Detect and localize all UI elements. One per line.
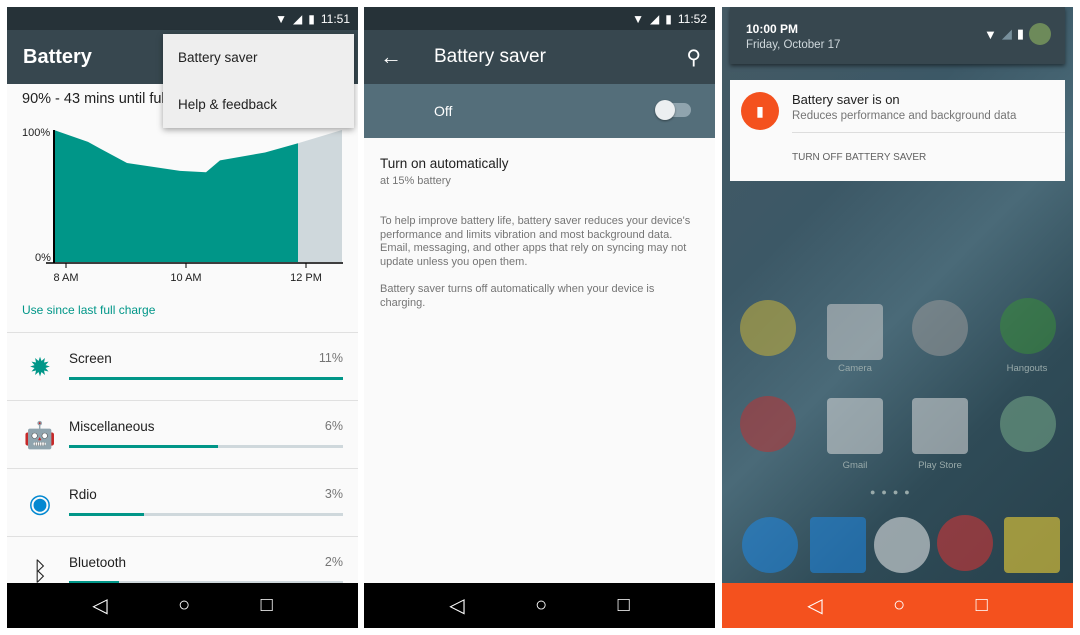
avatar[interactable] [1029, 23, 1051, 45]
wifi-icon: ▼ [632, 11, 645, 26]
keep-app-icon[interactable] [1004, 517, 1060, 573]
usage-item[interactable]: 🤖 Miscellaneous 6% [7, 400, 358, 468]
back-icon[interactable]: ◁ [807, 593, 822, 618]
recents-icon[interactable]: □ [976, 594, 988, 617]
back-arrow-icon[interactable]: ← [380, 44, 434, 70]
battery-saver-notification[interactable]: ▮ Battery saver is on Reduces performanc… [730, 80, 1065, 181]
xlabel: 10 AM [170, 272, 201, 284]
rdio-icon: ◉ [28, 487, 52, 518]
usage-bar-fill [69, 513, 144, 516]
recents-icon[interactable]: □ [618, 594, 630, 617]
search-icon[interactable]: ⚲ [686, 45, 701, 70]
app-icon[interactable] [740, 300, 796, 356]
xlabel: 8 AM [53, 272, 78, 284]
back-icon[interactable]: ◁ [449, 593, 464, 618]
ylabel-100: 100% [22, 127, 50, 139]
usage-bar [69, 377, 343, 380]
app-drawer-icon[interactable] [874, 517, 930, 573]
usage-bar [69, 445, 343, 448]
description: To help improve battery life, battery sa… [380, 215, 691, 268]
recents-icon[interactable]: □ [261, 594, 273, 617]
nav-bar: ◁ ○ □ [7, 583, 358, 628]
usage-bar [69, 513, 343, 516]
signal-icon: ◢ [650, 11, 660, 26]
wifi-icon: ▼ [275, 11, 288, 26]
turn-off-battery-saver-button[interactable]: TURN OFF BATTERY SAVER [792, 152, 926, 163]
phone-app-icon[interactable] [742, 517, 798, 573]
actual-area [54, 130, 298, 262]
google-plus-app-icon[interactable] [740, 396, 796, 452]
signal-icon: ◢ [293, 11, 303, 26]
maps-app-icon[interactable] [1000, 396, 1056, 452]
battery-screen: ▼ ◢ ▮ 11:51 Battery 90% - 43 mins until ful… [7, 7, 358, 628]
battery-status: 90% - 43 mins until full [22, 91, 168, 107]
battery-saver-toggle[interactable] [655, 100, 691, 120]
brightness-icon: ✹ [29, 351, 51, 382]
camera-app-icon[interactable] [827, 304, 883, 360]
android-icon: 🤖 [23, 419, 57, 450]
description-2: Battery saver turns off automatically wh… [380, 283, 655, 309]
battery-saver-screen: ▼ ◢ ▮ 11:52 ← Battery saver ⚲ Off Turn on aut… [364, 7, 715, 628]
page-title: Battery [23, 45, 92, 68]
page-indicator: ●●●● [870, 487, 916, 497]
hangouts-app-icon[interactable] [1000, 298, 1056, 354]
menu-item-help[interactable]: Help & feedback [163, 81, 354, 128]
nav-bar: ◁ ○ □ [722, 583, 1073, 628]
photos-app-icon[interactable] [912, 300, 968, 356]
menu-item-battery-saver[interactable]: Battery saver [163, 34, 354, 81]
chrome-app-icon[interactable] [937, 515, 993, 571]
projected-area [298, 130, 342, 262]
home-icon[interactable]: ○ [178, 594, 190, 617]
contacts-app-icon[interactable] [810, 517, 866, 573]
usage-item[interactable]: ◉ Rdio 3% [7, 468, 358, 536]
status-bar: ▼ ◢ ▮ 11:52 [364, 7, 715, 30]
battery-icon: ▮ [1016, 26, 1024, 41]
notification-screen: 10:00 PM Friday, October 17 ▼ ◢ ▮ ▮ Batter… [722, 7, 1073, 628]
home-icon[interactable]: ○ [535, 594, 547, 617]
usage-item[interactable]: ✹ Screen 11% [7, 332, 358, 400]
wifi-icon: ▼ [983, 26, 997, 42]
home-icon[interactable]: ○ [893, 594, 905, 617]
battery-saver-switch-row[interactable]: Off [364, 84, 715, 138]
battery-charging-icon: ▮ [665, 11, 672, 26]
nav-bar: ◁ ○ □ [364, 583, 715, 628]
usage-bar-fill [69, 445, 219, 448]
ylabel-0: 0% [35, 252, 51, 264]
play-store-app-icon[interactable] [912, 398, 968, 454]
clock: 11:51 [320, 11, 350, 26]
use-since-link[interactable]: Use since last full charge [22, 303, 155, 317]
back-icon[interactable]: ◁ [92, 593, 107, 618]
xlabel: 12 PM [290, 272, 322, 284]
signal-icon: ◢ [1001, 26, 1012, 41]
page-title: Battery saver [434, 46, 546, 67]
battery-charging-icon: ▮ [308, 11, 315, 26]
auto-setting[interactable]: Turn on automatically at 15% battery [364, 138, 715, 187]
overflow-menu: Battery saver Help & feedback [163, 34, 354, 128]
usage-bar-fill [69, 377, 343, 380]
battery-saver-icon: ▮ [741, 92, 779, 130]
status-bar: ▼ ◢ ▮ 11:51 [7, 7, 358, 30]
gmail-app-icon[interactable] [827, 398, 883, 454]
battery-chart: 100% 0%8 AM 10 AM 12 PM [22, 127, 343, 284]
quick-header: 10:00 PM Friday, October 17 ▼ ◢ ▮ [730, 7, 1065, 64]
